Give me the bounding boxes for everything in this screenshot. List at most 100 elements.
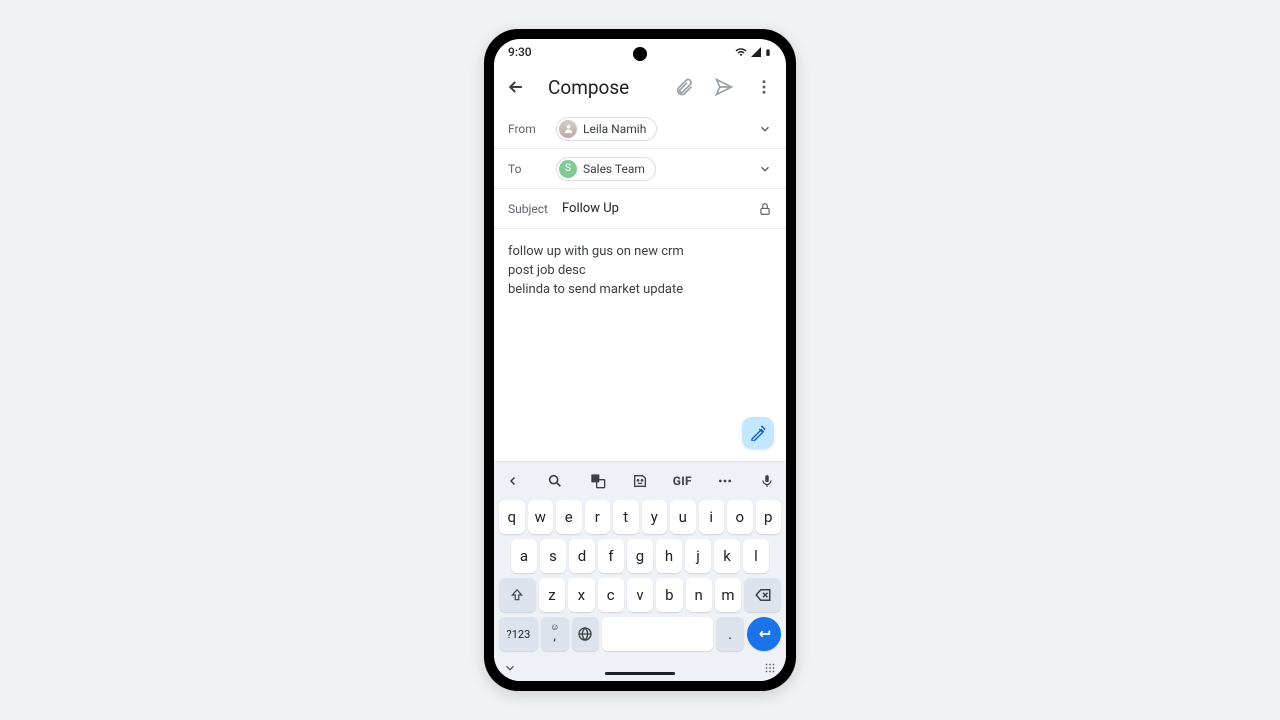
sticker-icon xyxy=(632,473,648,489)
key-m[interactable]: m xyxy=(715,578,741,612)
key-x[interactable]: x xyxy=(568,578,594,612)
key-space[interactable] xyxy=(602,617,713,651)
kb-switch[interactable] xyxy=(763,661,777,675)
key-c[interactable]: c xyxy=(598,578,624,612)
arrow-left-icon xyxy=(506,77,526,97)
back-button[interactable] xyxy=(504,75,528,99)
key-comma[interactable]: ☺ , xyxy=(541,617,569,651)
attach-button[interactable] xyxy=(672,75,696,99)
from-chip[interactable]: Leila Namih xyxy=(556,117,657,141)
person-icon xyxy=(563,123,574,134)
subject-row[interactable]: Subject Follow Up xyxy=(494,189,786,229)
lock-icon xyxy=(758,202,772,216)
more-button[interactable] xyxy=(752,75,776,99)
shift-icon xyxy=(510,588,524,602)
key-u[interactable]: u xyxy=(670,500,696,534)
enter-icon xyxy=(756,626,772,642)
magic-pen-icon xyxy=(750,425,766,441)
expand-from[interactable] xyxy=(758,122,772,136)
app-bar: Compose xyxy=(494,65,786,109)
kb-more[interactable] xyxy=(713,469,737,493)
key-g[interactable]: g xyxy=(627,539,653,573)
status-icons xyxy=(734,46,772,59)
body-line: belinda to send market update xyxy=(508,281,772,300)
kb-gif[interactable]: GIF xyxy=(670,469,694,493)
key-b[interactable]: b xyxy=(656,578,682,612)
key-i[interactable]: i xyxy=(699,500,725,534)
key-s[interactable]: s xyxy=(540,539,566,573)
kb-sticker[interactable] xyxy=(628,469,652,493)
key-period[interactable]: . xyxy=(716,617,744,651)
kb-row-3: z x c v b n m xyxy=(499,578,781,612)
nav-handle[interactable] xyxy=(605,672,675,675)
paperclip-icon xyxy=(674,77,694,97)
smart-compose-fab[interactable] xyxy=(742,417,774,449)
key-d[interactable]: d xyxy=(569,539,595,573)
key-a[interactable]: a xyxy=(511,539,537,573)
key-z[interactable]: z xyxy=(539,578,565,612)
kb-translate[interactable] xyxy=(586,469,610,493)
to-name: Sales Team xyxy=(583,162,645,176)
send-button[interactable] xyxy=(712,75,736,99)
battery-icon xyxy=(764,46,772,59)
to-initial: S xyxy=(565,163,571,174)
chevron-down-icon xyxy=(758,122,772,136)
keyboard-toolbar: GIF xyxy=(497,466,783,496)
email-body[interactable]: follow up with gus on new crm post job d… xyxy=(494,229,786,461)
from-row[interactable]: From Leila Namih xyxy=(494,109,786,149)
screen: 9:30 Compose From xyxy=(494,39,786,681)
key-j[interactable]: j xyxy=(685,539,711,573)
key-enter[interactable] xyxy=(747,617,781,651)
from-name: Leila Namih xyxy=(583,122,646,136)
body-line: post job desc xyxy=(508,262,772,281)
chevron-left-icon xyxy=(507,475,519,487)
phone-frame: 9:30 Compose From xyxy=(484,29,796,691)
to-label: To xyxy=(508,162,546,176)
key-h[interactable]: h xyxy=(656,539,682,573)
key-v[interactable]: v xyxy=(627,578,653,612)
keyboard: GIF q w e r t y u i o xyxy=(494,461,786,681)
kb-row-1: q w e r t y u i o p xyxy=(499,500,781,534)
more-vertical-icon xyxy=(755,78,773,96)
keyboard-switch-icon xyxy=(763,661,777,675)
to-chip[interactable]: S Sales Team xyxy=(556,157,656,181)
send-icon xyxy=(714,77,734,97)
subject-input[interactable]: Follow Up xyxy=(562,201,619,216)
kb-collapse[interactable] xyxy=(503,661,517,675)
key-shift[interactable] xyxy=(499,578,536,612)
kb-back[interactable] xyxy=(501,469,525,493)
key-o[interactable]: o xyxy=(727,500,753,534)
key-l[interactable]: l xyxy=(743,539,769,573)
to-row[interactable]: To S Sales Team xyxy=(494,149,786,189)
from-label: From xyxy=(508,122,546,136)
body-line: follow up with gus on new crm xyxy=(508,243,772,262)
globe-icon xyxy=(577,626,593,642)
key-f[interactable]: f xyxy=(598,539,624,573)
chevron-down-icon xyxy=(758,162,772,176)
key-n[interactable]: n xyxy=(686,578,712,612)
key-e[interactable]: e xyxy=(556,500,582,534)
signal-icon xyxy=(750,46,762,58)
key-backspace[interactable] xyxy=(744,578,781,612)
kb-search[interactable] xyxy=(543,469,567,493)
key-y[interactable]: y xyxy=(642,500,668,534)
key-p[interactable]: p xyxy=(756,500,782,534)
chevron-down-icon xyxy=(503,661,517,675)
key-r[interactable]: r xyxy=(585,500,611,534)
more-horizontal-icon xyxy=(717,473,733,489)
key-q[interactable]: q xyxy=(499,500,525,534)
confidential-button[interactable] xyxy=(758,202,772,216)
key-language[interactable] xyxy=(572,617,600,651)
key-symbols[interactable]: ?123 xyxy=(499,617,538,651)
backspace-icon xyxy=(754,586,772,604)
key-k[interactable]: k xyxy=(714,539,740,573)
expand-to[interactable] xyxy=(758,162,772,176)
avatar: S xyxy=(559,160,577,178)
key-w[interactable]: w xyxy=(528,500,554,534)
page-title: Compose xyxy=(548,76,656,99)
kb-mic[interactable] xyxy=(755,469,779,493)
keyboard-bottom xyxy=(497,655,783,681)
kb-row-2: a s d f g h j k l xyxy=(499,539,781,573)
mic-icon xyxy=(760,474,774,488)
key-t[interactable]: t xyxy=(613,500,639,534)
